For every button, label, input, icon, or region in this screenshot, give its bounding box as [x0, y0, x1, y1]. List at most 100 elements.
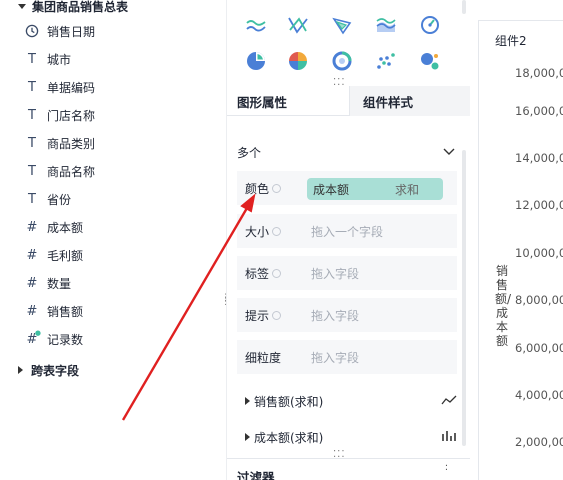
field-label: 毛利额	[47, 248, 84, 263]
size-property-row[interactable]: 大小 拖入一个字段	[237, 214, 457, 248]
gear-icon[interactable]	[272, 226, 282, 236]
tab-component-style[interactable]: 组件样式	[349, 86, 470, 116]
field-item-record-count[interactable]: # ● 记录数	[24, 329, 83, 349]
gear-icon[interactable]	[272, 310, 282, 320]
filter-label: 过滤器	[237, 470, 275, 480]
text-type-icon: T	[28, 191, 36, 207]
field-label: 城市	[47, 52, 72, 67]
drag-grip-icon[interactable]: ⁚⁚⁚	[333, 78, 346, 88]
text-type-icon: T	[28, 135, 36, 151]
color-field-pill[interactable]: 成本额 求和	[307, 178, 443, 200]
y-tick-label: 8,000,00	[515, 293, 563, 307]
field-label: 单据编码	[47, 80, 96, 95]
field-item-product-name[interactable]: T 商品名称	[24, 161, 95, 181]
donut-icon[interactable]	[329, 48, 355, 74]
properties-scrollbar[interactable]	[462, 150, 466, 446]
line-wave-icon[interactable]	[243, 12, 269, 38]
gear-icon[interactable]	[272, 268, 282, 278]
record-count-icon: # ●	[26, 329, 41, 347]
gear-icon[interactable]	[272, 183, 282, 193]
series-item-cost[interactable]: 成本额(求和)	[245, 427, 457, 447]
series-name: 销售额(求和)	[254, 394, 324, 409]
tooltip-label-wrap: 提示	[237, 307, 299, 324]
y-tick-label: 12,000,00	[515, 198, 563, 212]
gauge-icon[interactable]	[417, 12, 443, 38]
label-label-wrap: 标签	[237, 265, 299, 282]
panel-resize-handle-icon[interactable]: ⋮⋮	[221, 294, 230, 310]
color-field-name: 成本额	[313, 182, 350, 197]
bubble-icon[interactable]	[417, 48, 443, 74]
y-axis-title: 销售额/成本额	[495, 264, 512, 348]
scatter-icon[interactable]	[373, 48, 399, 74]
caret-down-icon	[18, 3, 26, 9]
field-label: 销售日期	[47, 24, 96, 39]
y-tick-label: 4,000,00	[515, 388, 563, 402]
series-name-wrap: 销售额(求和)	[245, 393, 323, 410]
color-field-agg: 求和	[394, 182, 419, 197]
field-item-doc-code[interactable]: T 单据编码	[24, 77, 95, 97]
mode-select[interactable]: 多个	[237, 142, 455, 162]
size-label: 大小	[245, 224, 270, 239]
field-label: 门店名称	[47, 108, 96, 123]
label-property-row[interactable]: 标签 拖入字段	[237, 256, 457, 290]
multi-pie-icon[interactable]	[285, 48, 311, 74]
field-item-cost[interactable]: # 成本额	[24, 217, 83, 237]
tooltip-drop-zone[interactable]: 拖入字段	[299, 307, 359, 324]
text-type-icon: T	[28, 79, 36, 95]
size-drop-zone[interactable]: 拖入一个字段	[299, 223, 383, 240]
label-drop-zone[interactable]: 拖入字段	[299, 265, 359, 282]
text-type-icon: T	[28, 51, 36, 67]
y-tick-label: 2,000,00	[515, 435, 563, 449]
granularity-property-row[interactable]: 细粒度 拖入字段	[237, 340, 457, 374]
chart-preview-panel: 组件2 18,000,00 16,000,00 14,000,00 12,000…	[478, 20, 563, 480]
text-type-icon: T	[28, 107, 36, 123]
pie-icon[interactable]	[243, 48, 269, 74]
clock-icon	[24, 23, 40, 39]
bar-chart-icon[interactable]	[441, 430, 457, 445]
number-type-icon: #	[26, 303, 38, 319]
y-tick-label: 14,000,00	[515, 151, 563, 165]
field-label: 商品名称	[47, 164, 96, 179]
field-item-city[interactable]: T 城市	[24, 49, 71, 69]
field-label: 销售额	[47, 304, 84, 319]
mode-select-value: 多个	[237, 145, 262, 160]
radar-icon[interactable]	[329, 12, 355, 38]
field-item-province[interactable]: T 省份	[24, 189, 71, 209]
area-icon[interactable]	[373, 12, 399, 38]
fields-panel: 集团商品销售总表 销售日期 T 城市 T 单据编码 T 门店名称 T 商品类别 …	[0, 0, 218, 480]
chart-config-panel: ⁚⁚⁚ 图形属性 组件样式 多个 颜色 成本额 求和 大小 拖入一个字段 标签	[226, 0, 470, 480]
size-label-wrap: 大小	[237, 223, 299, 240]
cross-table-fields-header[interactable]: 跨表字段	[18, 361, 79, 379]
series-name-wrap: 成本额(求和)	[245, 429, 323, 446]
field-group-header[interactable]: 集团商品销售总表	[18, 0, 128, 15]
tab-graph-properties[interactable]: 图形属性	[237, 86, 287, 116]
field-label: 省份	[47, 192, 72, 207]
filter-section[interactable]: 过滤器 · ·	[227, 458, 470, 480]
tooltip-label: 提示	[245, 308, 270, 323]
field-item-sales[interactable]: # 销售额	[24, 301, 83, 321]
y-tick-label: 10,000,00	[515, 246, 563, 260]
number-type-icon: #	[26, 247, 38, 263]
caret-right-icon	[18, 366, 23, 374]
series-item-sales[interactable]: 销售额(求和)	[245, 391, 457, 411]
line-chart-icon[interactable]	[441, 394, 457, 409]
drag-grip-icon[interactable]: ⁚⁚⁚	[333, 450, 346, 460]
granularity-drop-zone[interactable]: 拖入字段	[299, 349, 359, 366]
field-item-sales-date[interactable]: 销售日期	[24, 21, 95, 41]
color-property-row[interactable]: 颜色 成本额 求和	[237, 171, 457, 205]
color-label-wrap: 颜色	[237, 180, 299, 197]
component-title: 组件2	[495, 34, 527, 48]
field-item-gross-profit[interactable]: # 毛利额	[24, 245, 83, 265]
field-item-store-name[interactable]: T 门店名称	[24, 105, 95, 125]
granularity-label-wrap: 细粒度	[237, 349, 299, 366]
caret-right-icon	[245, 397, 250, 405]
color-label: 颜色	[245, 181, 270, 196]
more-vertical-icon[interactable]: · ·	[445, 462, 448, 476]
tooltip-property-row[interactable]: 提示 拖入字段	[237, 298, 457, 332]
field-item-product-category[interactable]: T 商品类别	[24, 133, 95, 153]
field-label: 商品类别	[47, 136, 96, 151]
number-type-icon: #	[26, 219, 38, 235]
multi-line-icon[interactable]	[285, 12, 311, 38]
field-item-quantity[interactable]: # 数量	[24, 273, 71, 293]
text-type-icon: T	[28, 163, 36, 179]
